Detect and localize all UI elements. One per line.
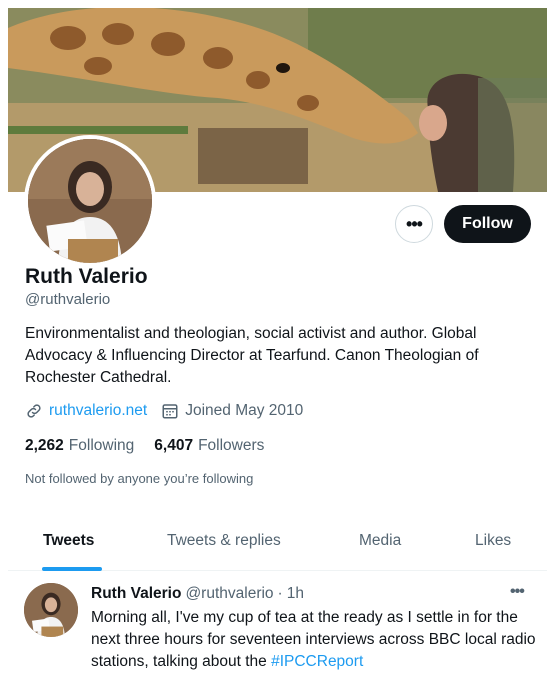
tweet-more-icon[interactable]: •••: [510, 583, 525, 601]
profile-handle: @ruthvalerio: [25, 291, 111, 308]
profile-bio: Environmentalist and theologian, social …: [25, 325, 479, 386]
link-icon: [27, 404, 41, 418]
calendar-icon: [162, 404, 178, 419]
tweet-header: Ruth Valerio @ruthvalerio · 1h: [91, 585, 304, 603]
followers-label: Followers: [198, 437, 265, 454]
tweet-item[interactable]: Ruth Valerio @ruthvalerio · 1h ••• Morni…: [8, 571, 547, 680]
profile-name: Ruth Valerio: [25, 265, 148, 288]
more-options-button[interactable]: •••: [395, 205, 433, 243]
profile-meta: ruthvalerio.net Joined May 2010: [25, 402, 303, 420]
tab-tweets[interactable]: Tweets: [43, 532, 94, 550]
website-link[interactable]: ruthvalerio.net: [49, 402, 147, 420]
joined-date: Joined May 2010: [185, 402, 304, 419]
profile-tabs: Tweets Tweets & replies Media Likes: [8, 512, 547, 571]
tab-likes[interactable]: Likes: [475, 532, 511, 550]
following-count: 2,262: [25, 437, 64, 454]
tweet-text: Morning all, I've my cup of tea at the r…: [91, 607, 541, 673]
tweet-author-name[interactable]: Ruth Valerio: [91, 585, 181, 603]
tweet-avatar[interactable]: [24, 583, 78, 637]
profile-avatar[interactable]: [24, 135, 156, 267]
not-followed-note: Not followed by anyone you’re following: [25, 471, 254, 486]
following-link[interactable]: 2,262 Following: [25, 437, 134, 455]
tweet-time[interactable]: 1h: [287, 585, 304, 603]
followers-count: 6,407: [154, 437, 194, 454]
tab-media[interactable]: Media: [359, 532, 401, 550]
follow-button[interactable]: Follow: [444, 205, 531, 243]
more-horizontal-icon: •••: [406, 213, 423, 234]
avatar-photo: [28, 139, 152, 263]
followers-link[interactable]: 6,407 Followers: [154, 437, 264, 455]
tweet-separator: ·: [277, 585, 283, 602]
tab-tweets-replies[interactable]: Tweets & replies: [167, 532, 281, 550]
follow-counts: 2,262 Following 6,407 Followers: [25, 437, 284, 455]
tweet-author-handle[interactable]: @ruthvalerio: [185, 585, 273, 603]
tweet-avatar-photo: [24, 583, 78, 637]
tweet-hashtag[interactable]: #IPCCReport: [271, 653, 363, 670]
following-label: Following: [68, 437, 135, 454]
profile-page: ••• Follow Ruth Valerio @ruthvalerio Env…: [8, 8, 547, 680]
